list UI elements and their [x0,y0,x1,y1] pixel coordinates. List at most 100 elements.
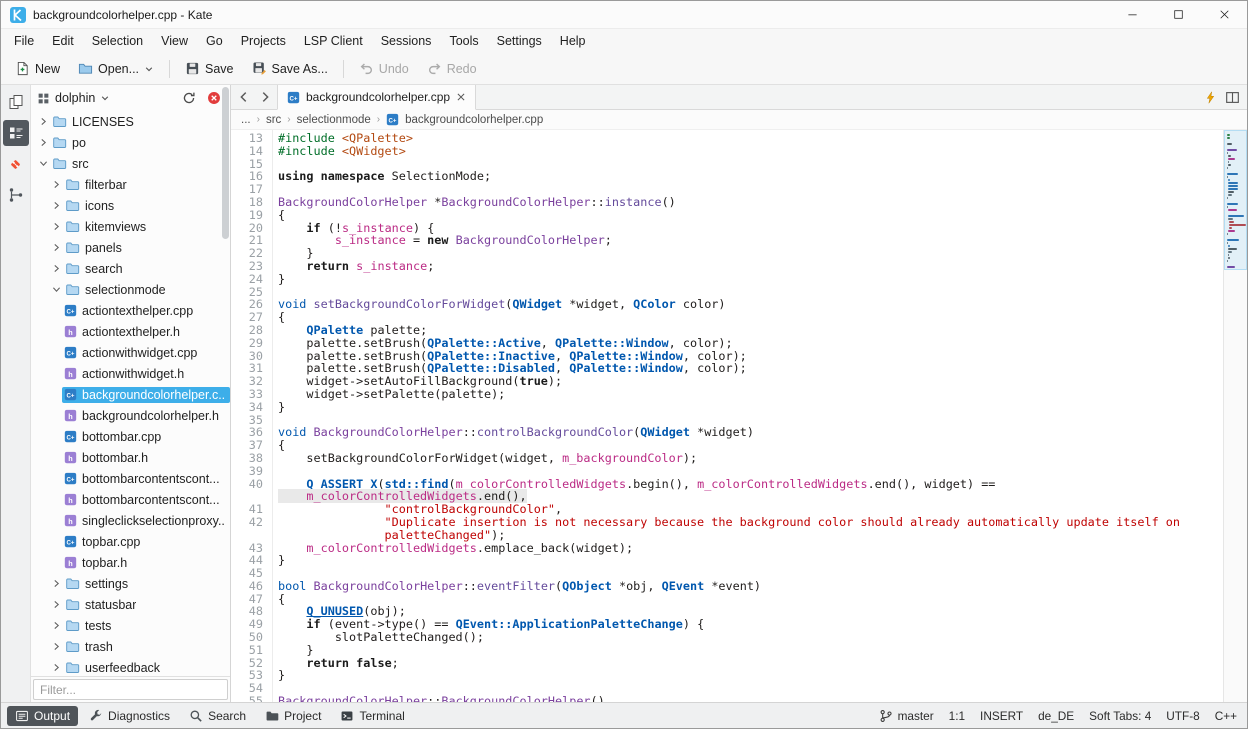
minimize-button[interactable] [1109,1,1155,28]
code-line[interactable]: #include <QWidget> [278,145,1223,158]
tree-item-bottombarcontentscont[interactable]: hbottombarcontentscont... [31,489,230,510]
breadcrumb-src[interactable]: src [266,114,281,126]
tree-item-backgroundcolorhelper-h[interactable]: hbackgroundcolorhelper.h [31,405,230,426]
code-line[interactable]: } [278,644,1223,657]
tree-item-actiontexthelper-h[interactable]: hactiontexthelper.h [31,321,230,342]
status-encoding[interactable]: UTF-8 [1166,709,1199,723]
new-button[interactable]: New [7,57,68,80]
breadcrumb-collapsed[interactable]: ... [241,114,251,126]
code-line[interactable]: widget->setPalette(palette); [278,388,1223,401]
tree-scrollbar[interactable] [222,87,229,239]
tree-item-bottombarcontentscont[interactable]: C+bottombarcontentscont... [31,468,230,489]
status-tab-width[interactable]: Soft Tabs: 4 [1089,709,1151,723]
save-as-button[interactable]: Save As... [244,57,336,80]
tree-item-kitemviews[interactable]: kitemviews [31,216,230,237]
minimap[interactable] [1223,130,1247,702]
tree-item-search[interactable]: search [31,258,230,279]
code-line[interactable]: } [278,401,1223,414]
menu-item-go[interactable]: Go [197,31,232,51]
code-line[interactable]: { [278,593,1223,606]
project-tree[interactable]: LICENSESposrcfilterbariconskitemviewspan… [31,111,230,676]
back-button[interactable] [234,88,253,107]
tool-strip-symbols-button[interactable] [3,182,29,208]
tool-strip-git-button[interactable] [3,151,29,177]
tab-close-icon[interactable] [456,92,466,102]
tree-item-licenses[interactable]: LICENSES [31,111,230,132]
code-line[interactable]: void BackgroundColorHelper::controlBackg… [278,426,1223,439]
tree-item-backgroundcolorhelper-c[interactable]: C+backgroundcolorhelper.c... [31,384,230,405]
tree-item-actionwithwidget-h[interactable]: hactionwithwidget.h [31,363,230,384]
minimap-viewport[interactable] [1224,130,1247,270]
code-line[interactable]: return false; [278,657,1223,670]
breadcrumb-selectionmode[interactable]: selectionmode [297,114,371,126]
panel-button-terminal[interactable]: Terminal [332,706,412,726]
tree-item-topbar-cpp[interactable]: C+topbar.cpp [31,531,230,552]
tree-item-icons[interactable]: icons [31,195,230,216]
code-line[interactable]: BackgroundColorHelper::BackgroundColorHe… [278,695,1223,702]
panel-button-output[interactable]: Output [7,706,78,726]
tree-item-singleclickselectionproxy[interactable]: hsingleclickselectionproxy... [31,510,230,531]
tree-item-po[interactable]: po [31,132,230,153]
status-highlight-mode[interactable]: C++ [1215,709,1237,723]
code-line[interactable]: s_instance = new BackgroundColorHelper; [278,234,1223,247]
panel-button-project[interactable]: Project [257,706,329,726]
code-line[interactable]: return s_instance; [278,260,1223,273]
save-button[interactable]: Save [177,57,242,80]
chevron-down-icon[interactable] [100,93,110,103]
menu-item-lsp-client[interactable]: LSP Client [295,31,372,51]
panel-button-diagnostics[interactable]: Diagnostics [81,706,178,726]
tree-item-actiontexthelper-cpp[interactable]: C+actiontexthelper.cpp [31,300,230,321]
forward-button[interactable] [255,88,274,107]
code-line[interactable]: m_colorControlledWidgets.emplace_back(wi… [278,542,1223,555]
tree-item-statusbar[interactable]: statusbar [31,594,230,615]
code-line[interactable]: } [278,554,1223,567]
menu-item-settings[interactable]: Settings [488,31,551,51]
menu-item-sessions[interactable]: Sessions [372,31,441,51]
menu-item-selection[interactable]: Selection [83,31,152,51]
code-line[interactable]: bool BackgroundColorHelper::eventFilter(… [278,580,1223,593]
tree-item-src[interactable]: src [31,153,230,174]
tool-strip-projects-button[interactable] [3,120,29,146]
filter-input[interactable] [33,679,228,700]
menu-item-edit[interactable]: Edit [43,31,83,51]
code-line[interactable]: using namespace SelectionMode; [278,170,1223,183]
status-dictionary[interactable]: de_DE [1038,709,1074,723]
project-selector[interactable]: dolphin [55,91,95,105]
tree-item-bottombar-h[interactable]: hbottombar.h [31,447,230,468]
split-view-icon[interactable] [1225,90,1240,105]
tool-strip-documents-button[interactable] [3,89,29,115]
code-line[interactable]: } [278,273,1223,286]
tree-item-selectionmode[interactable]: selectionmode [31,279,230,300]
code-line[interactable]: setBackgroundColorForWidget(widget, m_ba… [278,452,1223,465]
close-window-button[interactable] [1201,1,1247,28]
menu-item-projects[interactable]: Projects [232,31,295,51]
code-lines[interactable]: #include <QPalette>#include <QWidget> usi… [273,130,1223,702]
tree-item-bottombar-cpp[interactable]: C+bottombar.cpp [31,426,230,447]
status-cursor-position[interactable]: 1:1 [949,709,965,723]
tree-item-tests[interactable]: tests [31,615,230,636]
tree-item-topbar-h[interactable]: htopbar.h [31,552,230,573]
code-line[interactable]: BackgroundColorHelper *BackgroundColorHe… [278,196,1223,209]
maximize-button[interactable] [1155,1,1201,28]
open-button[interactable]: Open... [70,57,162,80]
tree-item-filterbar[interactable]: filterbar [31,174,230,195]
close-project-button[interactable] [204,88,224,108]
refresh-project-button[interactable] [179,88,199,108]
code-line[interactable]: } [278,669,1223,682]
tree-item-actionwithwidget-cpp[interactable]: C+actionwithwidget.cpp [31,342,230,363]
menu-item-tools[interactable]: Tools [440,31,487,51]
code-line[interactable]: void setBackgroundColorForWidget(QWidget… [278,298,1223,311]
tree-item-settings[interactable]: settings [31,573,230,594]
tab-backgroundcolorhelper[interactable]: C+ backgroundcolorhelper.cpp [277,85,476,110]
code-line[interactable]: #include <QPalette> [278,132,1223,145]
panel-button-search[interactable]: Search [181,706,254,726]
quick-open-icon[interactable] [1204,91,1217,104]
tree-item-trash[interactable]: trash [31,636,230,657]
status-git-branch[interactable]: master [879,709,934,723]
menu-item-view[interactable]: View [152,31,197,51]
tree-item-userfeedback[interactable]: userfeedback [31,657,230,676]
breadcrumb-file[interactable]: backgroundcolorhelper.cpp [405,114,543,126]
menu-item-file[interactable]: File [5,31,43,51]
undo-button[interactable]: Undo [351,57,417,80]
status-input-mode[interactable]: INSERT [980,709,1023,723]
